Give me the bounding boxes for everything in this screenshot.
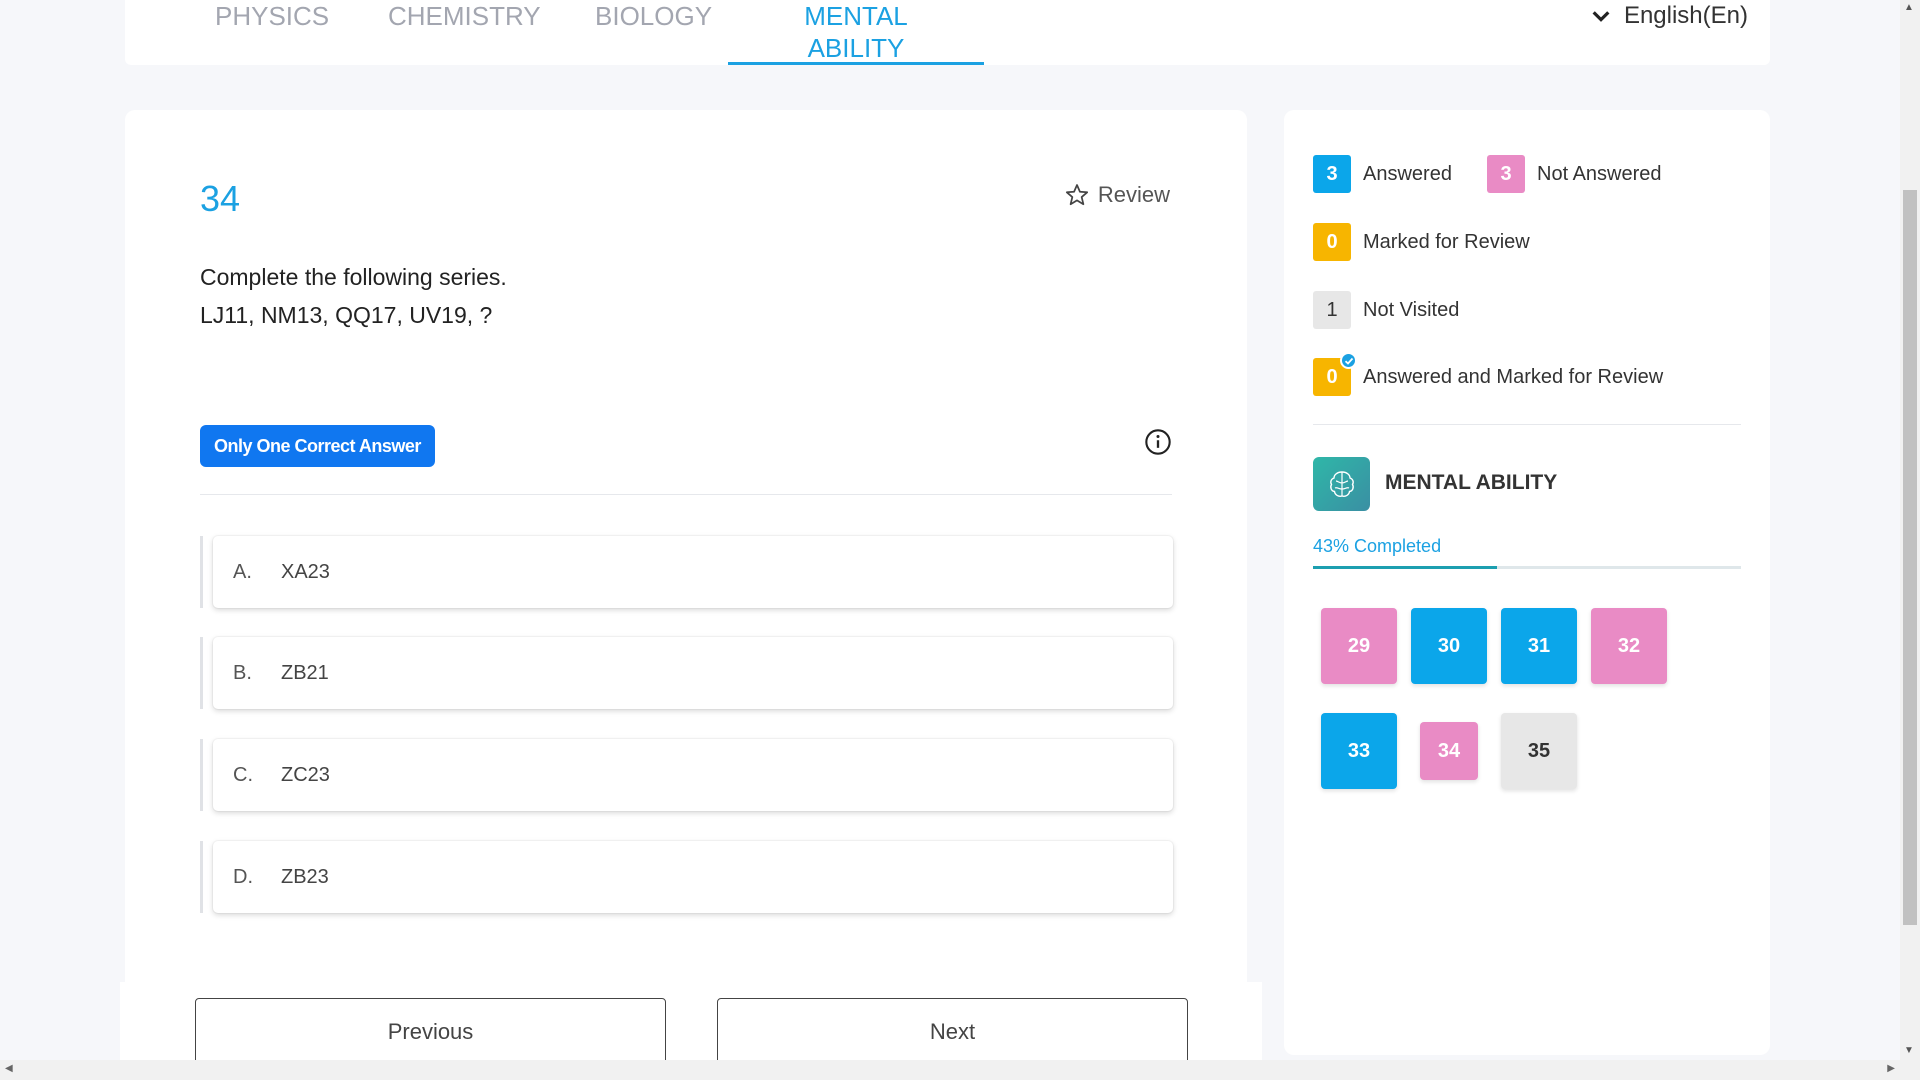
horizontal-scrollbar[interactable]: ◀ ▶ bbox=[0, 1060, 1900, 1080]
question-palette-item[interactable]: 34 bbox=[1420, 722, 1478, 780]
question-line-1: Complete the following series. bbox=[200, 264, 507, 290]
question-palette-item[interactable]: 32 bbox=[1591, 608, 1667, 684]
question-palette-item[interactable]: 29 bbox=[1321, 608, 1397, 684]
tab-biology[interactable]: BIOLOGY bbox=[565, 0, 725, 65]
scroll-up-icon[interactable]: ▲ bbox=[1904, 2, 1914, 13]
scroll-left-icon[interactable]: ◀ bbox=[5, 1063, 13, 1074]
question-palette-item[interactable]: 30 bbox=[1411, 608, 1487, 684]
option-text: XA23 bbox=[281, 560, 330, 583]
marked-review-label: Marked for Review bbox=[1363, 230, 1530, 253]
not-visited-count: 1 bbox=[1313, 291, 1351, 329]
option-d[interactable]: D. ZB23 bbox=[200, 841, 1173, 913]
option-c[interactable]: C. ZC23 bbox=[200, 739, 1173, 811]
not-answered-label: Not Answered bbox=[1537, 162, 1662, 185]
brain-icon bbox=[1313, 457, 1370, 511]
option-bar bbox=[200, 739, 203, 811]
scrollbar-thumb[interactable] bbox=[1903, 190, 1917, 925]
progress-label: 43% Completed bbox=[1313, 536, 1442, 556]
language-selector[interactable]: English(En) bbox=[1590, 0, 1748, 32]
option-text: ZC23 bbox=[281, 763, 330, 786]
divider bbox=[200, 494, 1172, 495]
question-line-2: LJ11, NM13, QQ17, UV19, ? bbox=[200, 302, 493, 328]
option-letter: A. bbox=[233, 560, 252, 583]
not-answered-count: 3 bbox=[1487, 155, 1525, 193]
review-button[interactable]: Review bbox=[1064, 182, 1170, 208]
answered-marked-count: 0 bbox=[1326, 365, 1338, 388]
progress-fill bbox=[1313, 566, 1498, 569]
legend-not-visited: 1 Not Visited bbox=[1313, 291, 1459, 329]
legend-answered-marked: 0 Answered and Marked for Review bbox=[1313, 352, 1664, 396]
subject-name: MENTAL ABILITY bbox=[1385, 471, 1558, 494]
option-letter: B. bbox=[233, 661, 252, 684]
question-number: 34 bbox=[200, 178, 241, 219]
scroll-right-icon[interactable]: ▶ bbox=[1887, 1063, 1895, 1074]
legend-answered: 3 Answered bbox=[1313, 155, 1452, 193]
option-b[interactable]: B. ZB21 bbox=[200, 637, 1173, 709]
subject-tabs-bar: PHYSICS CHEMISTRY BIOLOGY MENTAL ABILITY… bbox=[125, 0, 1770, 65]
marked-review-count: 0 bbox=[1313, 223, 1351, 261]
star-icon bbox=[1065, 184, 1088, 206]
divider bbox=[1313, 424, 1741, 425]
option-a[interactable]: A. XA23 bbox=[200, 536, 1173, 608]
answered-label: Answered bbox=[1363, 162, 1452, 185]
option-d-box[interactable]: D. ZB23 bbox=[213, 841, 1173, 913]
info-icon[interactable] bbox=[1144, 428, 1172, 456]
option-letter: D. bbox=[233, 865, 253, 888]
option-c-box[interactable]: C. ZC23 bbox=[213, 739, 1173, 811]
chevron-down-icon bbox=[1592, 11, 1610, 22]
question-palette-item[interactable]: 31 bbox=[1501, 608, 1577, 684]
question-palette-item[interactable]: 33 bbox=[1321, 713, 1397, 789]
question-palette-item[interactable]: 35 bbox=[1501, 713, 1577, 789]
option-text: ZB21 bbox=[281, 661, 329, 684]
option-bar bbox=[200, 536, 203, 608]
check-badge-icon bbox=[1340, 352, 1357, 369]
language-label: English(En) bbox=[1623, 2, 1748, 29]
legend-marked-review: 0 Marked for Review bbox=[1313, 223, 1530, 261]
progress-track bbox=[1313, 566, 1741, 569]
answer-type-badge: Only One Correct Answer bbox=[200, 425, 435, 467]
tab-physics[interactable]: PHYSICS bbox=[185, 0, 337, 65]
option-bar bbox=[200, 841, 203, 913]
question-text: Complete the following series. LJ11, NM1… bbox=[200, 258, 507, 334]
option-a-box[interactable]: A. XA23 bbox=[213, 536, 1173, 608]
not-visited-label: Not Visited bbox=[1363, 298, 1460, 321]
option-text: ZB23 bbox=[281, 865, 329, 888]
tab-mental-ability[interactable]: MENTAL ABILITY bbox=[728, 0, 984, 65]
answered-marked-label: Answered and Marked for Review bbox=[1363, 365, 1664, 388]
scroll-down-icon[interactable]: ▼ bbox=[1904, 1045, 1914, 1056]
option-b-box[interactable]: B. ZB21 bbox=[213, 637, 1173, 709]
previous-button[interactable]: Previous bbox=[195, 998, 666, 1065]
next-button[interactable]: Next bbox=[717, 998, 1188, 1065]
option-bar bbox=[200, 637, 203, 709]
tab-chemistry[interactable]: CHEMISTRY bbox=[358, 0, 553, 65]
review-label: Review bbox=[1097, 182, 1170, 207]
answered-count: 3 bbox=[1313, 155, 1351, 193]
vertical-scrollbar[interactable]: ▲ ▼ bbox=[1900, 0, 1920, 1080]
legend-not-answered: 3 Not Answered bbox=[1487, 155, 1662, 193]
question-card: 34 Review Complete the following series.… bbox=[125, 110, 1247, 1055]
answered-marked-box: 0 bbox=[1313, 352, 1357, 396]
status-panel: 3 Answered 3 Not Answered 0 Marked for R… bbox=[1284, 110, 1770, 1055]
option-letter: C. bbox=[233, 763, 253, 786]
